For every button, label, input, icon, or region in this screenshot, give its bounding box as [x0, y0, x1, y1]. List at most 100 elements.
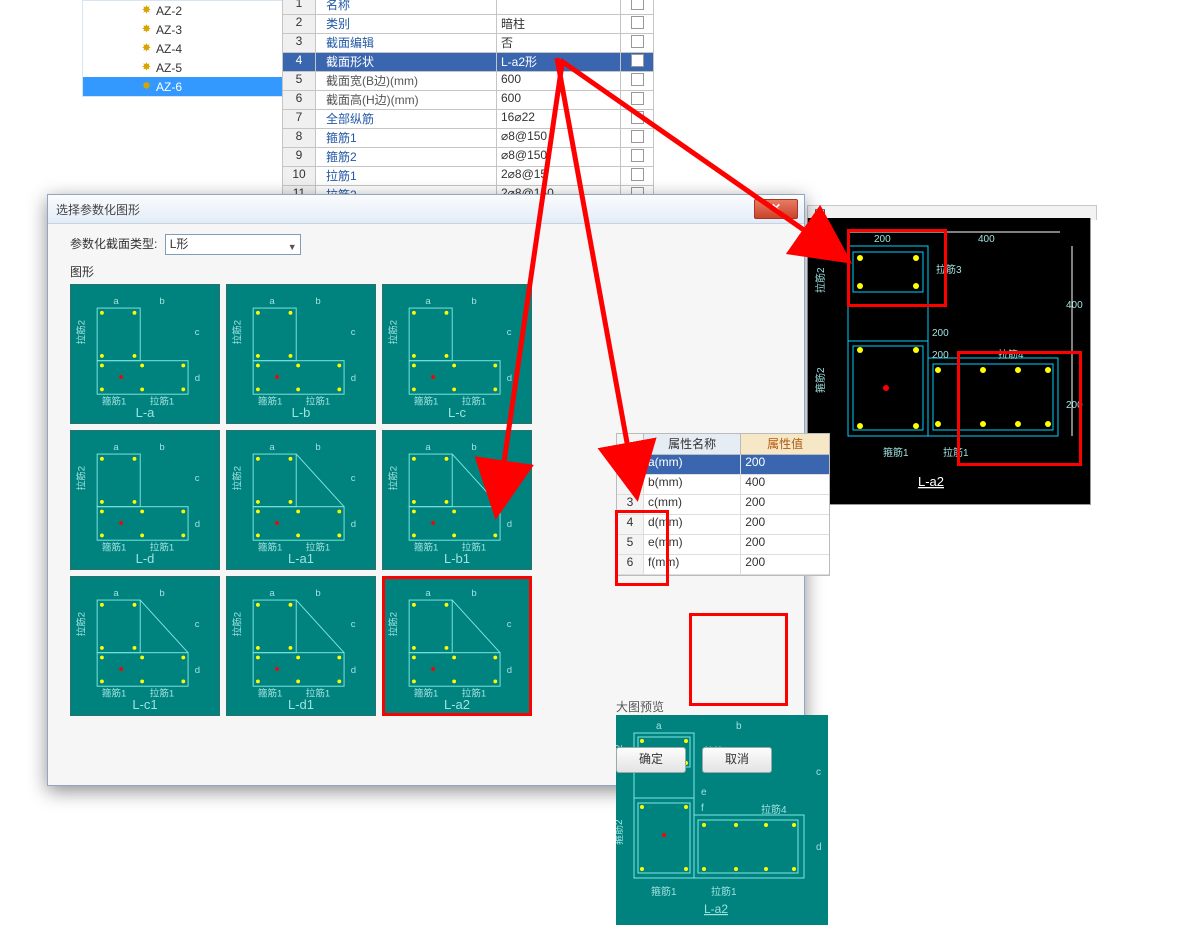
- preview-title: 大图预览: [616, 698, 664, 715]
- param-row[interactable]: 1a(mm)200: [617, 455, 829, 475]
- tree-item-label: AZ-2: [156, 4, 182, 18]
- svg-text:b: b: [159, 296, 164, 307]
- prop-value[interactable]: ⌀8@150: [497, 148, 621, 166]
- shape-L-a1[interactable]: abcd箍筋1拉筋1拉筋2L-a1: [226, 430, 376, 570]
- prop-row[interactable]: 5截面宽(B边)(mm)600: [283, 72, 653, 91]
- shape-L-c[interactable]: abcd箍筋1拉筋1拉筋2L-c: [382, 284, 532, 424]
- row-index: 1: [283, 0, 316, 14]
- svg-text:b: b: [736, 721, 742, 732]
- prop-check[interactable]: [621, 53, 653, 71]
- svg-text:c: c: [507, 619, 512, 630]
- param-value[interactable]: 200: [741, 455, 829, 474]
- svg-text:拉筋2: 拉筋2: [76, 320, 88, 344]
- tree-item-az4[interactable]: ✸ AZ-4: [83, 39, 283, 58]
- param-value[interactable]: 200: [741, 555, 829, 574]
- shape-L-c1[interactable]: abcd箍筋1拉筋1拉筋2L-c1: [70, 576, 220, 716]
- param-value[interactable]: 200: [741, 515, 829, 534]
- svg-text:拉筋2: 拉筋2: [388, 612, 400, 636]
- prop-row[interactable]: 3截面编辑否: [283, 34, 653, 53]
- svg-text:c: c: [195, 327, 200, 338]
- svg-text:拉筋2: 拉筋2: [232, 466, 244, 490]
- prop-value[interactable]: L-a2形: [497, 53, 621, 71]
- param-key: e(mm): [644, 535, 741, 554]
- section-type-select[interactable]: L形: [165, 234, 301, 255]
- cancel-button[interactable]: 取消: [702, 747, 772, 773]
- tree-item-az5[interactable]: ✸ AZ-5: [83, 58, 283, 77]
- shape-L-a2[interactable]: abcd箍筋1拉筋1拉筋2L-a2: [382, 576, 532, 716]
- svg-text:d: d: [195, 665, 200, 676]
- ok-button[interactable]: 确定: [616, 747, 686, 773]
- prop-check[interactable]: [621, 129, 653, 147]
- svg-text:200: 200: [932, 328, 949, 339]
- prop-check[interactable]: [621, 91, 653, 109]
- prop-row[interactable]: 9箍筋2⌀8@150: [283, 148, 653, 167]
- prop-value[interactable]: 600: [497, 91, 621, 109]
- param-key: d(mm): [644, 515, 741, 534]
- param-value[interactable]: 200: [741, 495, 829, 514]
- param-value[interactable]: 200: [741, 535, 829, 554]
- svg-text:b: b: [471, 296, 476, 307]
- shape-L-d1[interactable]: abcd箍筋1拉筋1拉筋2L-d1: [226, 576, 376, 716]
- svg-text:拉筋4: 拉筋4: [998, 348, 1024, 361]
- param-row[interactable]: 2b(mm)400: [617, 475, 829, 495]
- param-row[interactable]: 4d(mm)200: [617, 515, 829, 535]
- shape-L-a[interactable]: abcd箍筋1拉筋1拉筋2L-a: [70, 284, 220, 424]
- prop-row[interactable]: 4截面形状L-a2形: [283, 53, 653, 72]
- prop-check[interactable]: [621, 15, 653, 33]
- shape-L-d[interactable]: abcd箍筋1拉筋1拉筋2L-d: [70, 430, 220, 570]
- prop-check[interactable]: [621, 0, 653, 14]
- prop-value[interactable]: [497, 0, 621, 14]
- prop-value[interactable]: 600: [497, 72, 621, 90]
- dialog-titlebar[interactable]: 选择参数化图形 ✕: [48, 195, 804, 224]
- prop-check[interactable]: [621, 34, 653, 52]
- prop-value[interactable]: ⌀8@150: [497, 129, 621, 147]
- param-key: b(mm): [644, 475, 741, 494]
- prop-row[interactable]: 8箍筋1⌀8@150: [283, 129, 653, 148]
- tree-item-az6[interactable]: ✸ AZ-6: [83, 77, 283, 96]
- prop-check[interactable]: [621, 148, 653, 166]
- checkbox-icon: [631, 92, 644, 105]
- tree-item-az3[interactable]: ✸ AZ-3: [83, 20, 283, 39]
- shape-L-b1[interactable]: abcd箍筋1拉筋1拉筋2L-b1: [382, 430, 532, 570]
- prop-value[interactable]: 暗柱: [497, 15, 621, 33]
- shape-L-b[interactable]: abcd箍筋1拉筋1拉筋2L-b: [226, 284, 376, 424]
- svg-text:a: a: [269, 296, 275, 307]
- param-index: 6: [617, 555, 644, 574]
- tree-item-az2[interactable]: ✸ AZ-2: [83, 1, 283, 20]
- svg-text:a: a: [269, 442, 275, 453]
- prop-value[interactable]: 16⌀22: [497, 110, 621, 128]
- svg-text:拉筋1: 拉筋1: [711, 885, 737, 898]
- svg-text:拉筋3: 拉筋3: [936, 263, 962, 276]
- prop-row[interactable]: 7全部纵筋16⌀22: [283, 110, 653, 129]
- type-label: 参数化截面类型:: [70, 237, 157, 251]
- svg-text:200: 200: [932, 350, 949, 361]
- row-index: 4: [283, 53, 316, 71]
- shape-diagram: abcd箍筋1拉筋1拉筋2: [385, 433, 529, 567]
- prop-check[interactable]: [621, 167, 653, 185]
- row-index: 7: [283, 110, 316, 128]
- shape-label: L-d: [71, 551, 219, 566]
- param-row[interactable]: 3c(mm)200: [617, 495, 829, 515]
- prop-row[interactable]: 10拉筋12⌀8@15: [283, 167, 653, 186]
- svg-text:d: d: [816, 842, 822, 853]
- prop-row[interactable]: 1名称: [283, 0, 653, 15]
- svg-text:d: d: [195, 373, 200, 384]
- close-button[interactable]: ✕: [754, 199, 798, 219]
- prop-check[interactable]: [621, 110, 653, 128]
- prop-row[interactable]: 2类别暗柱: [283, 15, 653, 34]
- param-hdr-name: 属性名称: [644, 434, 741, 454]
- prop-key: 截面宽(B边)(mm): [316, 72, 497, 90]
- param-value[interactable]: 400: [741, 475, 829, 494]
- param-index: 2: [617, 475, 644, 494]
- svg-text:a: a: [425, 588, 431, 599]
- property-table: 1名称2类别暗柱3截面编辑否4截面形状L-a2形5截面宽(B边)(mm)6006…: [282, 0, 654, 206]
- prop-row[interactable]: 6截面高(H边)(mm)600: [283, 91, 653, 110]
- prop-value[interactable]: 否: [497, 34, 621, 52]
- param-table-header: 属性名称 属性值: [617, 434, 829, 455]
- prop-value[interactable]: 2⌀8@15: [497, 167, 621, 185]
- param-row[interactable]: 6f(mm)200: [617, 555, 829, 575]
- prop-check[interactable]: [621, 72, 653, 90]
- svg-text:L-a2: L-a2: [704, 902, 728, 916]
- param-row[interactable]: 5e(mm)200: [617, 535, 829, 555]
- svg-text:箍筋1: 箍筋1: [651, 885, 677, 898]
